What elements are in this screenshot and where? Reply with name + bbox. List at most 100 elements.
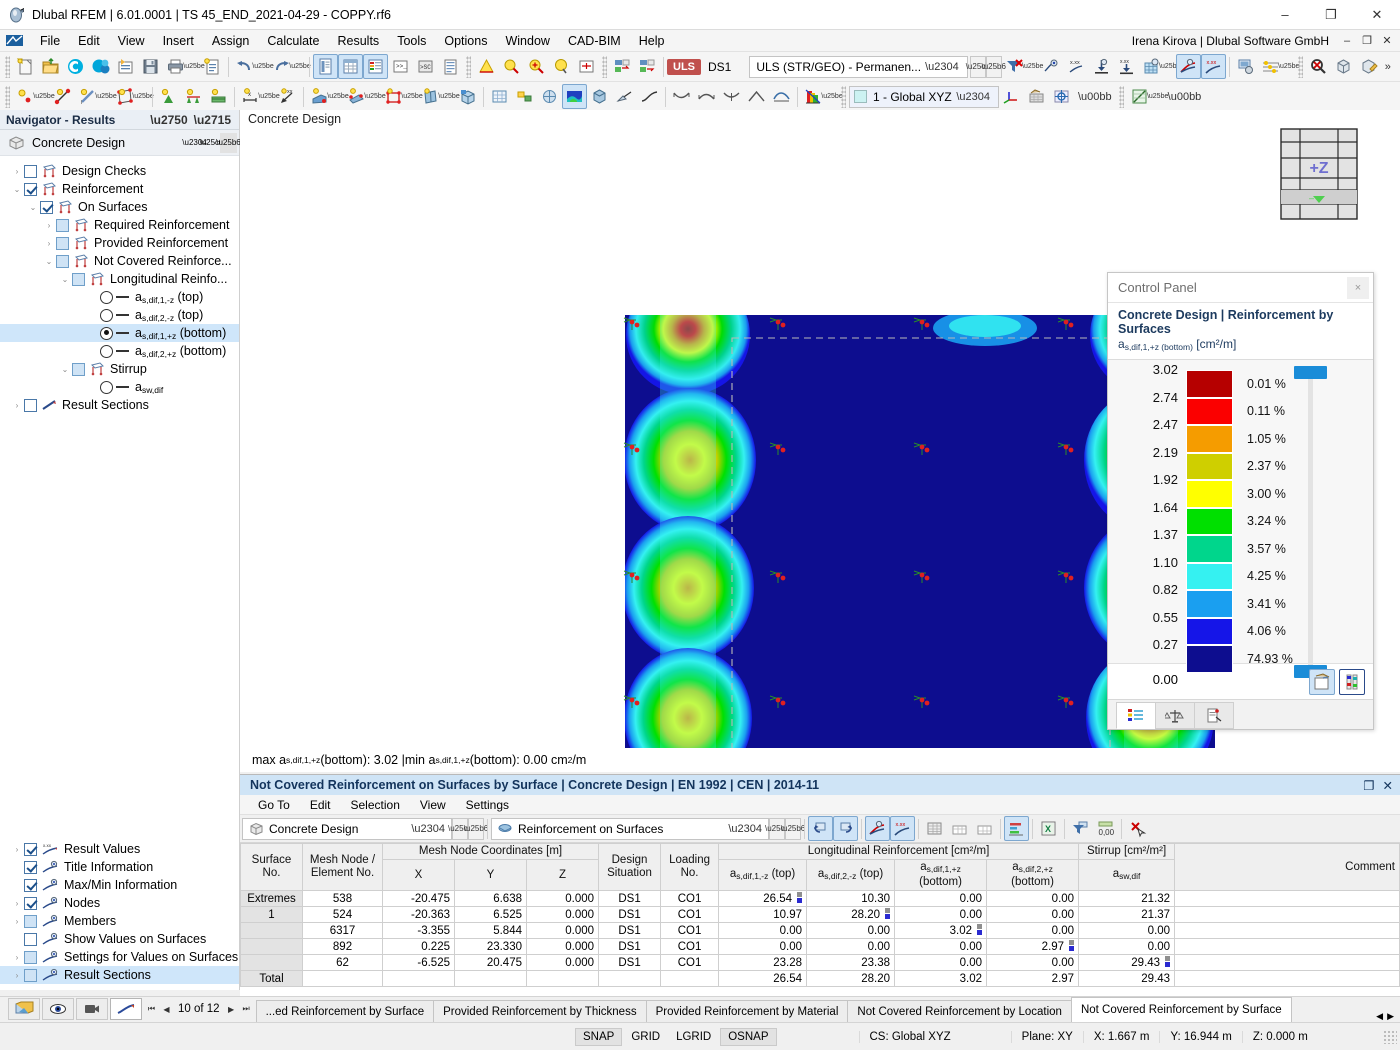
surface-options-chevron-icon[interactable]: \u25be [132, 84, 153, 109]
col-comment[interactable]: Comment [1174, 843, 1400, 891]
tree-item-show-values-on-surfaces[interactable]: Show Values on Surfaces [0, 930, 239, 948]
solid-load-button[interactable] [455, 84, 480, 109]
cell-y[interactable]: 20.475 [454, 954, 527, 971]
resize-grip[interactable] [1383, 1029, 1397, 1044]
tree-item-as-dif-1-bottom[interactable]: as,dif,1,+z (bottom) [0, 324, 239, 342]
tab-not-covered-reinforcement-by-location[interactable]: Not Covered Reinforcement by Location [847, 1000, 1072, 1022]
col-mesh-node[interactable]: Mesh Node / Element No. [302, 843, 383, 891]
table-select-in-graphic-button[interactable] [808, 816, 833, 841]
printout-report-button[interactable] [200, 54, 225, 79]
nodal-support-button[interactable] [156, 84, 181, 109]
diagram-mode-5-button[interactable] [769, 84, 794, 109]
cell-a1t[interactable]: 23.28 [718, 954, 808, 971]
checkbox[interactable] [24, 878, 37, 892]
tree-item-stirrup[interactable]: ⌄ Stirrup [0, 360, 239, 378]
menu-calculate[interactable]: Calculate [258, 32, 328, 50]
tree-item-design-checks[interactable]: › Design Checks [0, 162, 239, 180]
window-maximize-button[interactable]: ❐ [1308, 0, 1354, 30]
col-loading-no[interactable]: Loading No. [660, 843, 720, 891]
cell-comment[interactable] [1174, 922, 1400, 939]
cell-a1t[interactable]: 10.97 [718, 906, 808, 923]
col-coord-z[interactable]: Z [525, 859, 600, 891]
cell-co[interactable]: CO1 [660, 954, 720, 971]
menu-file[interactable]: File [31, 32, 69, 50]
checkbox[interactable] [24, 398, 37, 412]
table-view-chevron-icon[interactable]: \u25be [1147, 84, 1168, 109]
member-load-button[interactable] [381, 84, 406, 109]
cell-a1b[interactable]: 0.00 [894, 938, 988, 955]
menu-options[interactable]: Options [435, 32, 496, 50]
col-as-dif-1-bottom[interactable]: as,dif,1,+z (bottom) [894, 859, 988, 891]
edit-view-button[interactable] [1356, 54, 1381, 79]
twisty-icon[interactable]: › [10, 845, 24, 854]
cell-x[interactable]: -20.363 [382, 906, 455, 923]
tab-provided-reinforcement-by-thickness[interactable]: Provided Reinforcement by Thickness [433, 1000, 647, 1022]
table-result-type-combo[interactable]: Reinforcement on Surfaces \u2304 [491, 817, 769, 840]
checkbox[interactable] [24, 842, 37, 856]
twisty-icon[interactable]: ⌄ [10, 185, 24, 194]
table-menu-goto[interactable]: Go To [248, 797, 300, 813]
twisty-icon[interactable]: › [10, 899, 24, 908]
redo-history-chevron-icon[interactable]: \u25be [289, 54, 310, 79]
control-panel-tab-factors[interactable] [1155, 702, 1195, 729]
cloud-open-button[interactable] [63, 54, 88, 79]
menu-window[interactable]: Window [496, 32, 558, 50]
combination-next-button[interactable]: \u25b6 [981, 55, 1006, 78]
toolbar-grip[interactable] [602, 55, 607, 78]
color-scale-button[interactable] [801, 84, 826, 109]
table-row[interactable]: 6317 -3.355 5.844 0.000 DS1 CO1 0.00 0.0… [240, 922, 1400, 939]
member-options-chevron-icon[interactable]: \u25be [95, 84, 116, 109]
toolbar-overflow-2-button[interactable]: \u00bb [1074, 91, 1116, 103]
cell-x[interactable]: -3.355 [382, 922, 455, 939]
print-options-chevron-icon[interactable]: \u25be [183, 54, 204, 79]
col-as-dif-2-top[interactable]: as,dif,2,-z (top) [806, 859, 896, 891]
tab-required-reinforcement-by-surface[interactable]: ...ed Reinforcement by Surface [255, 1000, 435, 1022]
table-clear-selection-button[interactable] [1125, 816, 1150, 841]
load-case-display-button[interactable] [610, 54, 635, 79]
render-mode-button[interactable] [474, 54, 499, 79]
table-module-combo[interactable]: Concrete Design \u2304 [242, 817, 452, 840]
tree-item-asw-dif[interactable]: asw,dif [0, 378, 239, 396]
tab-next-button[interactable]: ▶ [224, 1005, 239, 1014]
table-row[interactable]: 62 -6.525 20.475 0.000 DS1 CO1 23.28 23.… [240, 954, 1400, 971]
tree-item-not-covered-reinforcement[interactable]: ⌄ Not Covered Reinforce... [0, 252, 239, 270]
table-filter-button[interactable] [1068, 816, 1093, 841]
twisty-icon[interactable]: › [10, 917, 24, 926]
coordinates-button[interactable]: xx [275, 84, 300, 109]
toolbar-grip[interactable] [466, 55, 471, 78]
menu-assign[interactable]: Assign [203, 32, 259, 50]
twisty-icon[interactable]: ⌄ [42, 257, 56, 266]
checkbox[interactable] [24, 950, 37, 964]
calculation-diagram-button[interactable] [1258, 54, 1283, 79]
checkbox[interactable] [56, 218, 69, 232]
open-model-button[interactable] [38, 54, 63, 79]
chevron-down-icon[interactable]: \u2304 [952, 91, 994, 103]
radio-button[interactable] [100, 326, 113, 340]
diagram-mode-4-button[interactable] [744, 84, 769, 109]
orientation-cube[interactable]: +Z – [1280, 128, 1358, 220]
tree-item-result-values[interactable]: › x.xx Result Values [0, 840, 239, 858]
cell-ds[interactable]: DS1 [598, 938, 662, 955]
new-line-button[interactable] [50, 84, 75, 109]
table-bottom-rows-button[interactable] [972, 816, 997, 841]
table-top-rows-button[interactable] [947, 816, 972, 841]
window-minimize-button[interactable]: – [1262, 0, 1308, 30]
new-node-button[interactable] [13, 84, 38, 109]
twisty-icon[interactable]: ⌄ [58, 365, 72, 374]
cell-co[interactable]: CO1 [660, 922, 720, 939]
diagram-mode-2-button[interactable] [694, 84, 719, 109]
col-surface-no[interactable]: Surface No. [240, 843, 303, 891]
menu-insert[interactable]: Insert [154, 32, 203, 50]
tree-item-nodes[interactable]: › Nodes [0, 894, 239, 912]
table-module-next-button[interactable]: \u25b6 [464, 817, 488, 840]
tree-item-on-surfaces[interactable]: ⌄ On Surfaces [0, 198, 239, 216]
tree-item-as-dif-2-top[interactable]: as,dif,2,-z (top) [0, 306, 239, 324]
work-plane-button[interactable] [1024, 84, 1049, 109]
cell-x[interactable]: -6.525 [382, 954, 455, 971]
cell-z[interactable]: 0.000 [525, 922, 600, 939]
filter-options-chevron-icon[interactable]: \u25be [1022, 54, 1043, 79]
new-member-button[interactable]: I [75, 84, 100, 109]
script-editor-button[interactable]: >SC [413, 54, 438, 79]
chevron-down-icon[interactable]: \u2304 [724, 823, 766, 835]
cell-ds[interactable]: DS1 [598, 906, 662, 923]
